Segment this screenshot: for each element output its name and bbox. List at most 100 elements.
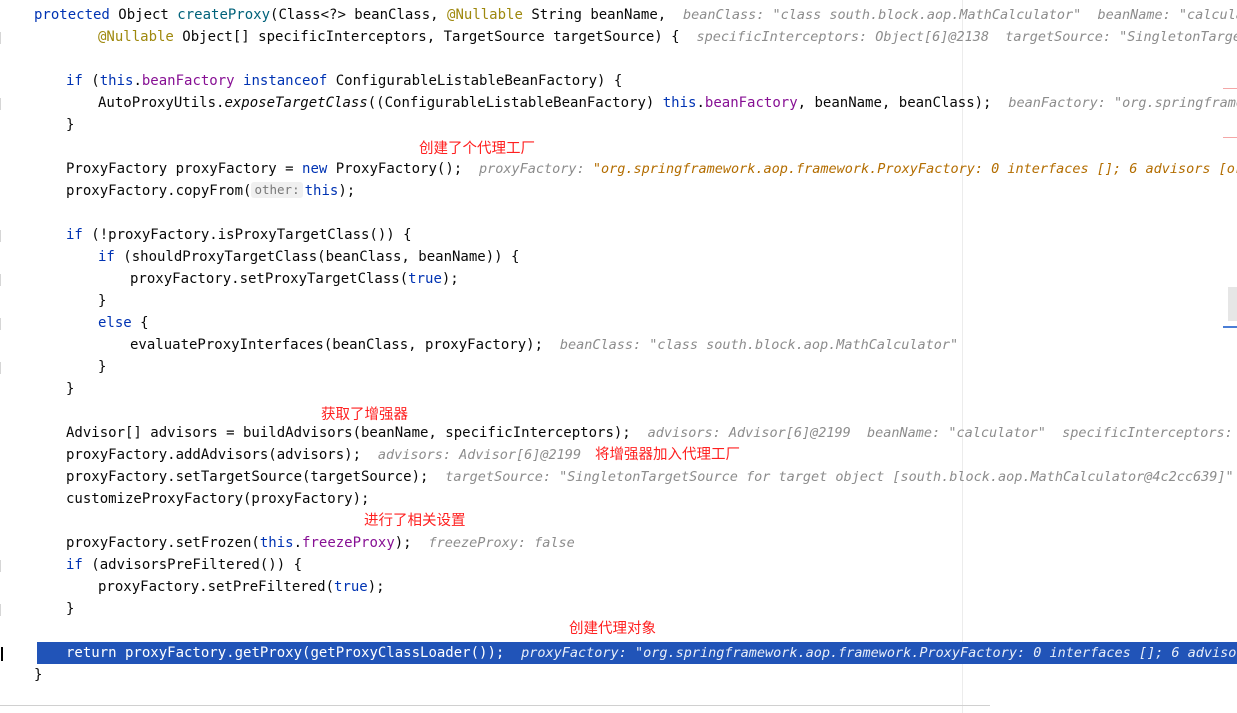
code-line[interactable]: protected Object createProxy(Class<?> be… (0, 4, 1237, 26)
keyword: if (66, 73, 83, 89)
code-text: proxyFactory.setPreFiltered( (98, 579, 335, 595)
keyword: true (408, 271, 442, 287)
fold-marker-icon[interactable] (0, 32, 7, 44)
error-stripe-mark[interactable] (1223, 88, 1237, 89)
code-text: } (66, 381, 75, 397)
code-text: . (133, 73, 142, 89)
code-text: (advisorsPreFiltered()) { (82, 557, 303, 573)
code-text: . (293, 535, 303, 551)
keyword: this (99, 73, 134, 89)
fold-marker-icon[interactable] (0, 98, 7, 110)
code-text: customizeProxyFactory(proxyFactory); (66, 491, 370, 507)
fold-marker-icon[interactable] (0, 318, 7, 330)
code-text: proxyFactory.getProxy(getProxyClassLoade… (116, 645, 522, 661)
code-line[interactable]: customizeProxyFactory(proxyFactory); (0, 488, 1237, 510)
code-text: proxyFactory.setTargetSource(targetSourc… (66, 469, 446, 485)
code-text: ( (82, 73, 100, 89)
code-line[interactable]: proxyFactory.setTargetSource(targetSourc… (0, 466, 1237, 488)
code-text: proxyFactory.setProxyTargetClass( (130, 271, 409, 287)
debug-inline-label: proxyFactory: (479, 161, 593, 177)
code-text: . (696, 95, 705, 111)
code-text: proxyFactory.addAdvisors(advisors); (66, 447, 378, 463)
code-text: Advisor[] advisors = buildAdvisors(beanN… (66, 425, 648, 441)
code-line[interactable]: else { (0, 312, 1237, 334)
code-text: } (66, 117, 75, 133)
code-text: String beanName, (522, 7, 684, 23)
keyword: new (302, 161, 328, 177)
code-text: } (98, 293, 107, 309)
code-line[interactable]: if (this.beanFactory instanceof Configur… (0, 70, 1237, 92)
annotation: @Nullable (447, 7, 523, 23)
code-line[interactable]: ProxyFactory proxyFactory = new ProxyFac… (0, 158, 1237, 180)
code-line[interactable]: if (shouldProxyTargetClass(beanClass, be… (0, 246, 1237, 268)
keyword: this (304, 183, 339, 199)
fold-marker-icon[interactable] (0, 362, 7, 374)
field-name: beanFactory (704, 95, 798, 111)
current-line-stripe-mark[interactable] (1223, 326, 1237, 328)
error-stripe-mark[interactable] (1223, 137, 1237, 138)
code-text: (!proxyFactory.isProxyTargetClass()) { (82, 227, 412, 243)
code-line[interactable]: evaluateProxyInterfaces(beanClass, proxy… (0, 334, 1237, 356)
keyword: return (66, 645, 117, 661)
code-line[interactable]: } (0, 378, 1237, 400)
debug-inline-value: beanClass: "class south.block.aop.MathCa… (559, 337, 959, 353)
divider (0, 705, 990, 706)
fold-marker-icon[interactable] (0, 604, 7, 616)
code-text: ((ConfigurableListableBeanFactory) (367, 95, 663, 111)
code-line[interactable]: Advisor[] advisors = buildAdvisors(beanN… (0, 422, 1237, 444)
code-editor[interactable]: protected Object createProxy(Class<?> be… (0, 0, 1237, 713)
code-line[interactable]: AutoProxyUtils.exposeTargetClass((Config… (0, 92, 1237, 114)
debug-inline-value: "org.springframework.aop.framework.Proxy… (592, 161, 1237, 177)
code-line[interactable]: proxyFactory.copyFrom(other: this); (0, 180, 1237, 202)
debug-inline-value: advisors: Advisor[6]@2199 (377, 447, 582, 463)
keyword: this (259, 535, 294, 551)
code-text: ); (394, 535, 429, 551)
keyword: instanceof (243, 73, 328, 89)
code-line[interactable]: if (advisorsPreFiltered()) { (0, 554, 1237, 576)
keyword: if (66, 557, 83, 573)
fold-marker-icon[interactable] (0, 274, 7, 286)
code-line[interactable]: } (0, 114, 1237, 136)
keyword: if (66, 227, 83, 243)
code-line[interactable]: } (0, 290, 1237, 312)
code-line[interactable]: proxyFactory.setPreFiltered(true); (0, 576, 1237, 598)
keyword: this (662, 95, 697, 111)
code-text: (shouldProxyTargetClass(beanClass, beanN… (114, 249, 520, 265)
code-line[interactable]: } (0, 664, 1237, 686)
code-text: Object (109, 7, 178, 23)
code-line[interactable]: proxyFactory.setFrozen(this.freezeProxy)… (0, 532, 1237, 554)
code-text: ); (338, 183, 356, 199)
debug-inline-value: targetSource: "SingletonTargetSource for… (445, 469, 1234, 485)
annotation-note: 创建了个代理工厂 (419, 141, 535, 157)
keyword: else (98, 315, 132, 331)
fold-marker-icon[interactable] (0, 560, 7, 572)
code-text: } (66, 601, 75, 617)
code-text: ); (441, 271, 459, 287)
code-text: ProxyFactory(); (327, 161, 480, 177)
code-text: } (98, 359, 107, 375)
debug-inline-value: beanClass: "class south.block.aop.MathCa… (683, 7, 1237, 23)
code-line[interactable]: } (0, 598, 1237, 620)
debug-inline-value: freezeProxy: false (428, 535, 575, 551)
code-text: evaluateProxyInterfaces(beanClass, proxy… (130, 337, 560, 353)
code-line[interactable]: } (0, 356, 1237, 378)
annotation: @Nullable (98, 29, 174, 45)
debug-inline-value: advisors: Advisor[6]@2199 beanName: "cal… (647, 425, 1237, 441)
code-text: ); (367, 579, 385, 595)
code-line[interactable]: proxyFactory.setProxyTargetClass(true); (0, 268, 1237, 290)
field-name: freezeProxy (302, 535, 395, 551)
method-name: exposeTargetClass (224, 95, 368, 111)
annotation-note: 进行了相关设置 (364, 513, 466, 529)
fold-marker-icon[interactable] (0, 230, 7, 242)
code-text: } (34, 667, 43, 683)
debug-inline-value: specificInterceptors: Object[6]@2138 tar… (696, 29, 1237, 45)
annotation-note: 将增强器加入代理工厂 (595, 447, 740, 463)
code-text: AutoProxyUtils. (98, 95, 225, 111)
scrollbar-thumb[interactable] (1228, 287, 1237, 321)
annotation-note: 创建代理对象 (569, 621, 656, 637)
code-line[interactable]: if (!proxyFactory.isProxyTargetClass()) … (0, 224, 1237, 246)
code-line[interactable]: @Nullable Object[] specificInterceptors,… (0, 26, 1237, 48)
code-text: proxyFactory.copyFrom( (66, 183, 252, 199)
current-execution-line[interactable]: return proxyFactory.getProxy(getProxyCla… (37, 642, 1237, 664)
